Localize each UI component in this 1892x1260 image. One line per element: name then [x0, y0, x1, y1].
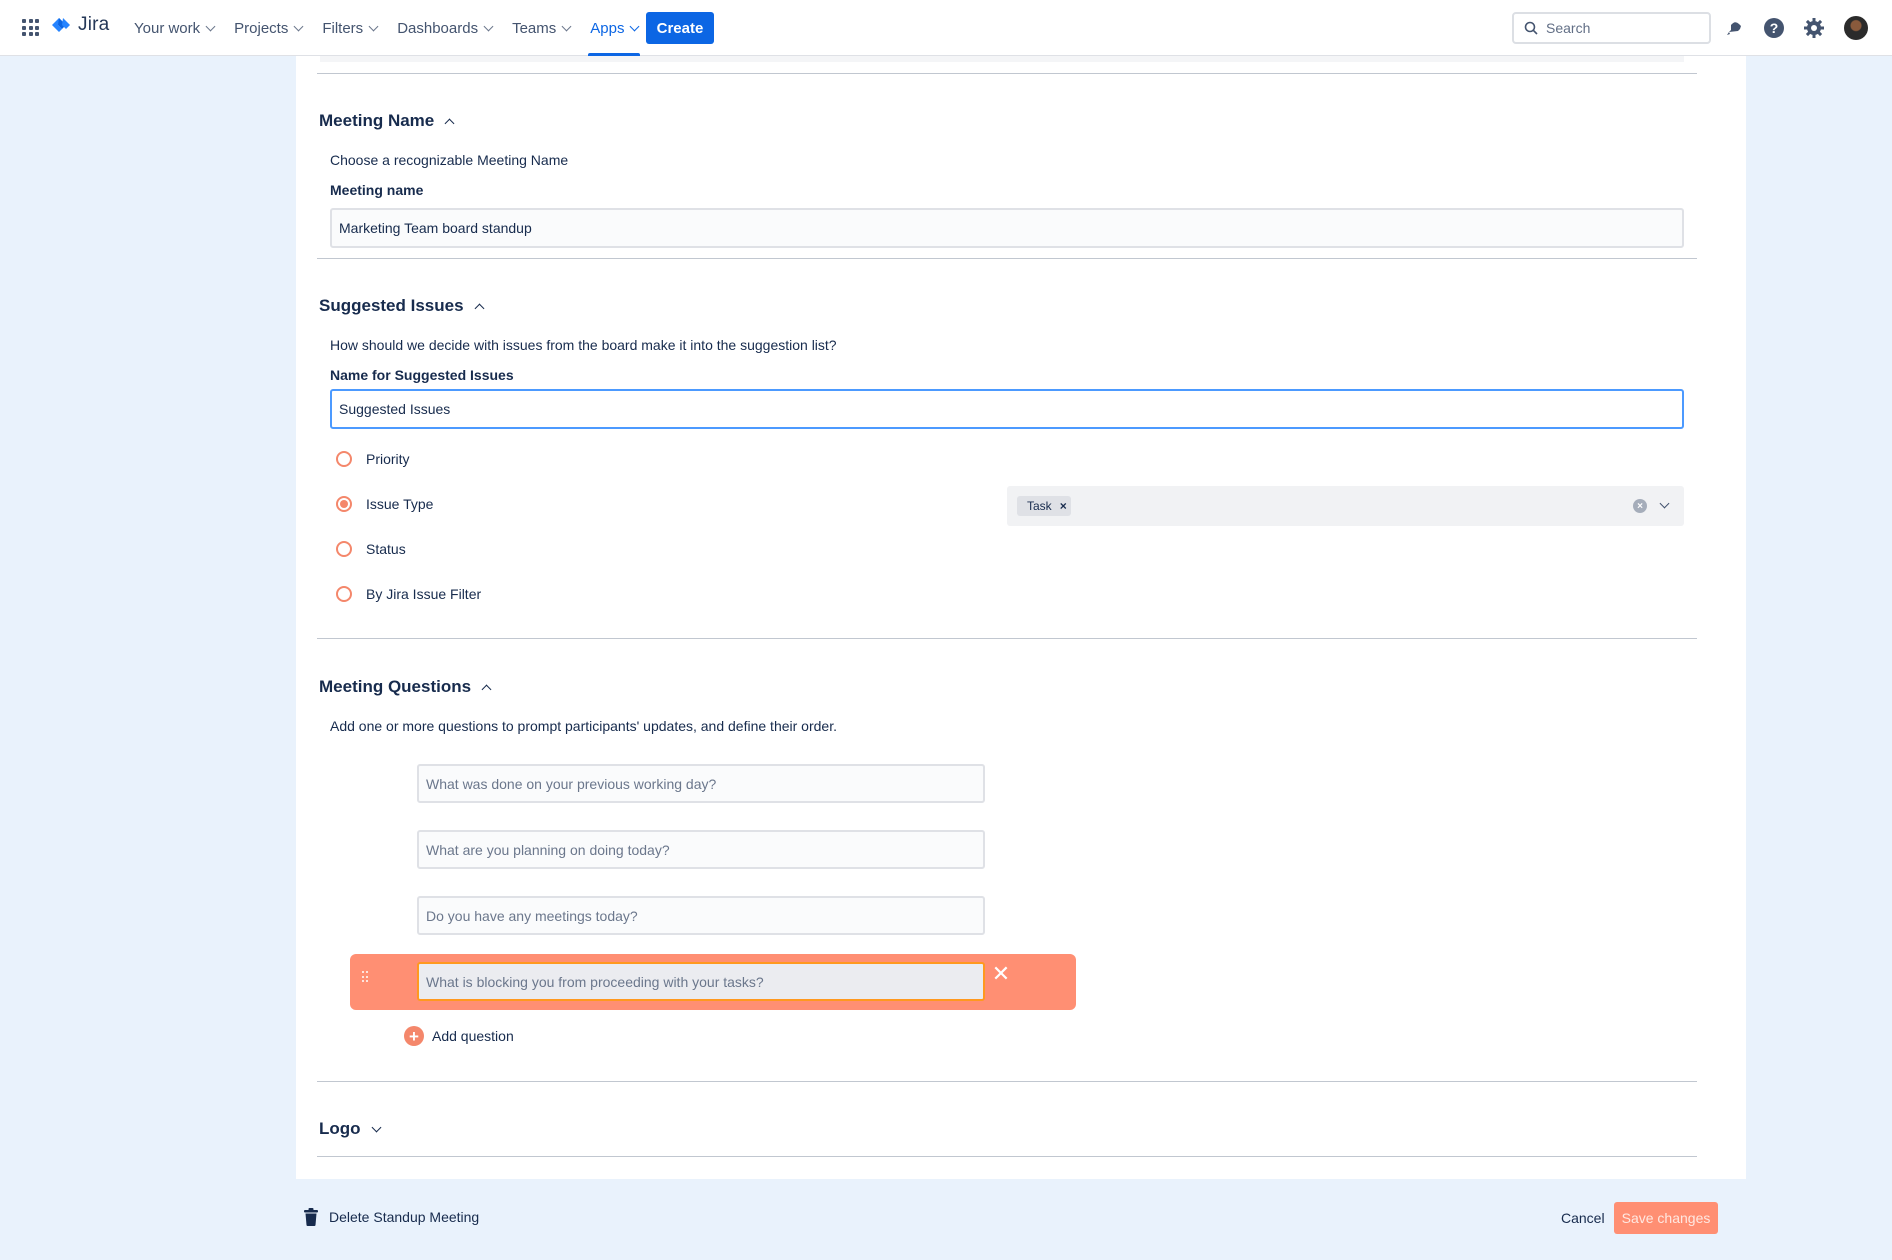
chevron-up-icon — [481, 684, 492, 694]
field-label: Meeting name — [330, 182, 424, 198]
nav-menu: Your work Projects Filters Dashboards Te… — [124, 0, 648, 56]
top-navigation: Jira Your work Projects Filters Dashboar… — [0, 0, 1892, 56]
chevron-down-icon — [561, 21, 572, 31]
section-description: How should we decide with issues from th… — [330, 337, 837, 353]
radio-button[interactable] — [336, 451, 352, 467]
logo-text: Jira — [78, 14, 110, 35]
section-logo-header[interactable]: Logo — [319, 1119, 381, 1139]
radio-option-jira-filter[interactable]: By Jira Issue Filter — [336, 586, 481, 602]
section-description: Add one or more questions to prompt part… — [330, 718, 837, 734]
notifications-icon[interactable] — [1723, 16, 1747, 40]
nav-label: Dashboards — [397, 19, 479, 37]
nav-label: Teams — [512, 19, 557, 37]
dragged-question-row[interactable]: What is blocking you from proceeding wit… — [350, 954, 1076, 1010]
chevron-down-icon — [368, 21, 379, 31]
radio-button[interactable] — [336, 541, 352, 557]
drag-handle-icon[interactable] — [362, 971, 368, 983]
chevron-down-icon — [293, 21, 304, 31]
remove-tag-icon[interactable]: × — [1060, 499, 1067, 513]
search-input[interactable]: Search — [1512, 12, 1711, 44]
section-suggested-issues-header[interactable]: Suggested Issues — [319, 296, 485, 316]
search-placeholder: Search — [1546, 20, 1591, 36]
chevron-up-icon — [444, 118, 455, 128]
tag-label: Task — [1027, 499, 1052, 513]
divider — [317, 1081, 1697, 1082]
radio-label: Issue Type — [366, 496, 434, 512]
nav-apps[interactable]: Apps — [580, 0, 648, 56]
radio-label: By Jira Issue Filter — [366, 586, 482, 602]
nav-filters[interactable]: Filters — [312, 0, 387, 56]
section-description: Choose a recognizable Meeting Name — [330, 152, 569, 168]
clear-selection-icon[interactable]: × — [1633, 499, 1647, 513]
trash-icon — [304, 1208, 318, 1226]
divider — [317, 73, 1697, 74]
divider — [317, 258, 1697, 259]
save-changes-button[interactable]: Save changes — [1614, 1202, 1718, 1234]
nav-label: Your work — [134, 19, 201, 37]
section-meeting-name-header[interactable]: Meeting Name — [319, 111, 455, 131]
section-title: Suggested Issues — [319, 296, 464, 315]
user-avatar[interactable] — [1844, 16, 1868, 40]
jira-logo[interactable]: Jira — [50, 14, 109, 36]
chevron-down-icon — [483, 21, 494, 31]
radio-option-status[interactable]: Status — [336, 541, 406, 557]
question-input[interactable]: What was done on your previous working d… — [417, 764, 985, 803]
meeting-name-input[interactable]: Marketing Team board standup — [330, 208, 1684, 248]
gear-icon[interactable] — [1802, 16, 1826, 40]
question-input-active[interactable]: What is blocking you from proceeding wit… — [417, 962, 985, 1001]
radio-label: Priority — [366, 451, 410, 467]
section-meeting-questions-header[interactable]: Meeting Questions — [319, 677, 492, 697]
cancel-button[interactable]: Cancel — [1553, 1202, 1613, 1234]
section-title: Logo — [319, 1119, 361, 1138]
delete-label: Delete Standup Meeting — [329, 1209, 480, 1225]
search-icon — [1524, 21, 1538, 35]
radio-option-priority[interactable]: Priority — [336, 451, 410, 467]
help-icon[interactable]: ? — [1762, 16, 1786, 40]
question-input[interactable]: What are you planning on doing today? — [417, 830, 985, 869]
nav-label: Apps — [590, 19, 625, 37]
chevron-down-icon — [371, 1122, 381, 1132]
chevron-up-icon — [474, 303, 485, 313]
field-label: Name for Suggested Issues — [330, 367, 514, 383]
jira-logo-icon — [52, 18, 70, 32]
issue-type-tag: Task × — [1017, 496, 1071, 516]
svg-text:?: ? — [1770, 20, 1779, 36]
divider — [317, 638, 1697, 639]
chevron-down-icon — [205, 21, 216, 31]
radio-option-issue-type[interactable]: Issue Type — [336, 496, 433, 512]
add-question-button[interactable]: + Add question — [404, 1026, 514, 1046]
question-input[interactable]: Do you have any meetings today? — [417, 896, 985, 935]
chevron-down-icon — [630, 21, 640, 31]
create-button[interactable]: Create — [646, 12, 714, 44]
delete-meeting-button[interactable]: Delete Standup Meeting — [303, 1208, 479, 1226]
nav-teams[interactable]: Teams — [502, 0, 580, 56]
section-title: Meeting Name — [319, 111, 435, 130]
issue-type-select[interactable]: Task × × — [1007, 486, 1684, 526]
add-icon: + — [404, 1026, 424, 1046]
app-switcher-icon[interactable] — [22, 19, 39, 36]
remove-question-icon[interactable]: ✕ — [991, 963, 1011, 985]
suggested-issues-name-input[interactable]: Suggested Issues — [330, 389, 1684, 429]
divider — [317, 1156, 1697, 1157]
nav-projects[interactable]: Projects — [224, 0, 312, 56]
nav-label: Filters — [322, 19, 364, 37]
nav-label: Projects — [234, 19, 289, 37]
radio-button-checked[interactable] — [336, 496, 352, 512]
add-question-label: Add question — [432, 1028, 514, 1044]
radio-button[interactable] — [336, 586, 352, 602]
nav-your-work[interactable]: Your work — [124, 0, 224, 56]
previous-section-remnant — [320, 56, 1684, 62]
nav-dashboards[interactable]: Dashboards — [387, 0, 502, 56]
radio-label: Status — [366, 541, 406, 557]
section-title: Meeting Questions — [319, 677, 472, 696]
chevron-down-icon[interactable] — [1659, 498, 1670, 509]
